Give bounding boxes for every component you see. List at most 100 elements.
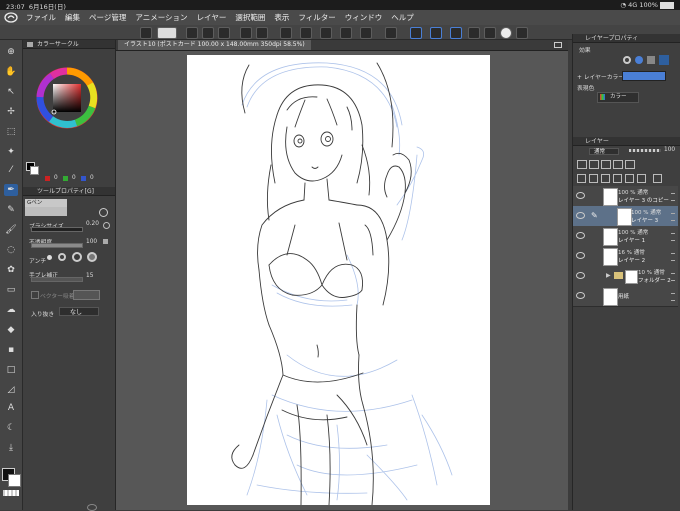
pen-tool-icon[interactable]: ✒ xyxy=(4,184,18,196)
rotate-left-icon[interactable] xyxy=(468,27,480,39)
menu-layer[interactable]: レイヤー xyxy=(197,12,227,23)
menu-edit[interactable]: 編集 xyxy=(65,12,80,23)
merge-down-icon[interactable] xyxy=(613,174,622,183)
redo-icon[interactable] xyxy=(256,27,268,39)
brush-size-slider[interactable] xyxy=(31,227,83,232)
hide-panels-icon[interactable] xyxy=(140,27,152,39)
effect-layer-color-icon[interactable] xyxy=(635,56,643,64)
delete-layer-icon[interactable] xyxy=(653,174,662,183)
zoom-tool-icon[interactable]: ⊕ xyxy=(4,46,18,58)
text-tool-icon[interactable]: A xyxy=(4,402,18,414)
blend-tool-icon[interactable]: ☁ xyxy=(4,304,18,316)
visibility-eye-icon[interactable] xyxy=(576,212,585,219)
folder-expand-icon[interactable]: ▶ xyxy=(606,272,611,279)
menu-animation[interactable]: アニメーション xyxy=(135,12,187,23)
ruler-tool-icon[interactable]: ◿ xyxy=(4,384,18,396)
drawing-canvas[interactable] xyxy=(187,55,490,505)
selection-tool-icon[interactable]: ⬚ xyxy=(4,126,18,138)
layer-color-swatch[interactable] xyxy=(622,71,666,81)
correct-line-tool-icon[interactable]: ⤓ xyxy=(4,442,18,454)
stabilization-slider[interactable] xyxy=(31,277,83,282)
duplicate-layer-icon[interactable] xyxy=(637,174,646,183)
clear-icon[interactable] xyxy=(280,27,292,39)
layer-ruler-icon[interactable] xyxy=(625,160,635,169)
menu-window[interactable]: ウィンドウ xyxy=(345,12,383,23)
pencil-tool-icon[interactable]: ✎ xyxy=(4,204,18,216)
app-logo-icon[interactable] xyxy=(4,12,18,23)
tool-settings-wrench-icon[interactable] xyxy=(99,208,108,217)
gradient-tool-icon[interactable]: ▪ xyxy=(4,344,18,356)
drag-handle-icon[interactable] xyxy=(671,233,675,241)
color-circle-tab-icon[interactable] xyxy=(27,42,33,47)
snap-grid-icon[interactable] xyxy=(430,27,442,39)
color-wheel[interactable] xyxy=(36,67,98,129)
auto-select-tool-icon[interactable]: ✦ xyxy=(4,146,18,158)
fill-tool-icon[interactable]: ◆ xyxy=(4,324,18,336)
brush-size-dynamics-icon[interactable] xyxy=(103,222,110,229)
operation-tool-icon[interactable]: ↖ xyxy=(4,86,18,98)
menu-selection[interactable]: 選択範囲 xyxy=(235,12,265,23)
visibility-eye-icon[interactable] xyxy=(576,292,585,299)
opacity-slider[interactable] xyxy=(31,243,83,248)
layer-mask-add-icon[interactable] xyxy=(625,174,634,183)
drag-handle-icon[interactable] xyxy=(671,253,675,261)
layer-opacity-slider[interactable] xyxy=(629,149,661,152)
antialias-strong-option[interactable] xyxy=(87,252,97,262)
transparent-color-swatch[interactable] xyxy=(3,490,19,496)
reset-rotation-icon[interactable] xyxy=(500,27,512,39)
layer-reference-icon[interactable] xyxy=(589,160,599,169)
move-layer-tool-icon[interactable]: ✢ xyxy=(4,106,18,118)
save-icon[interactable] xyxy=(218,27,230,39)
tab-menu-icon[interactable] xyxy=(554,42,562,48)
fill-icon[interactable] xyxy=(300,27,312,39)
menu-filter[interactable]: フィルター xyxy=(298,12,335,23)
fade-dropdown[interactable]: なし xyxy=(59,307,99,316)
clip-studio-icon[interactable] xyxy=(157,27,177,39)
balloon-tool-icon[interactable]: ☾ xyxy=(4,422,18,434)
open-file-icon[interactable] xyxy=(202,27,214,39)
antialias-none-option[interactable] xyxy=(47,255,52,260)
antialias-medium-option[interactable] xyxy=(72,252,82,262)
effect-border-icon[interactable] xyxy=(623,56,631,64)
effect-tone-icon[interactable] xyxy=(647,56,655,64)
new-file-icon[interactable] xyxy=(186,27,198,39)
layer-folder-row[interactable]: ▶ 10 % 通常 フォルダー 2 xyxy=(573,266,678,287)
visibility-eye-icon[interactable] xyxy=(576,252,585,259)
layer-row[interactable]: 100 % 通常 レイヤー 3 のコピー xyxy=(573,186,678,207)
menu-file[interactable]: ファイル xyxy=(26,12,56,23)
smartphone-icon[interactable] xyxy=(516,27,528,39)
layer-row[interactable]: 16 % 通常 レイヤー 2 xyxy=(573,246,678,267)
paper-layer-row[interactable]: 用紙 xyxy=(573,286,678,307)
eraser-tool-icon[interactable]: ▭ xyxy=(4,284,18,296)
menu-help[interactable]: ヘルプ xyxy=(391,12,414,23)
layer-mask-icon[interactable] xyxy=(613,160,623,169)
drag-handle-icon[interactable] xyxy=(671,293,675,301)
antialias-weak-option[interactable] xyxy=(58,253,66,261)
eyedropper-tool-icon[interactable]: ⁄ xyxy=(4,164,18,176)
sub-color-swatch[interactable] xyxy=(8,474,21,487)
new-raster-layer-icon[interactable] xyxy=(577,174,586,183)
snap-special-ruler-icon[interactable] xyxy=(410,27,422,39)
visibility-eye-icon[interactable] xyxy=(576,232,585,239)
move-tool-icon[interactable]: ✋ xyxy=(4,66,18,78)
visibility-eye-icon[interactable] xyxy=(576,192,585,199)
transform-icon[interactable] xyxy=(320,27,332,39)
drag-handle-icon[interactable] xyxy=(671,193,675,201)
rotate-right-icon[interactable] xyxy=(484,27,496,39)
expression-color-dropdown[interactable]: カラー xyxy=(597,92,639,103)
decoration-tool-icon[interactable]: ✿ xyxy=(4,264,18,276)
invert-selection-icon[interactable] xyxy=(360,27,372,39)
menu-view[interactable]: 表示 xyxy=(274,12,289,23)
undo-icon[interactable] xyxy=(240,27,252,39)
new-vector-layer-icon[interactable] xyxy=(589,174,598,183)
snap-ruler-icon[interactable] xyxy=(385,27,397,39)
snap-guide-icon[interactable] xyxy=(450,27,462,39)
brush-tool-icon[interactable]: 🖌 xyxy=(4,224,18,236)
deselect-icon[interactable] xyxy=(340,27,352,39)
figure-tool-icon[interactable]: □ xyxy=(4,364,18,376)
layer-lock-icon[interactable] xyxy=(601,160,611,169)
opacity-dynamics-icon[interactable] xyxy=(103,239,108,244)
document-tab[interactable]: イラスト10 (ポストカード 100.00 x 148.00mm 350dpi … xyxy=(118,40,311,50)
secondary-color-swatch[interactable] xyxy=(30,166,39,175)
airbrush-tool-icon[interactable]: ◌ xyxy=(4,244,18,256)
